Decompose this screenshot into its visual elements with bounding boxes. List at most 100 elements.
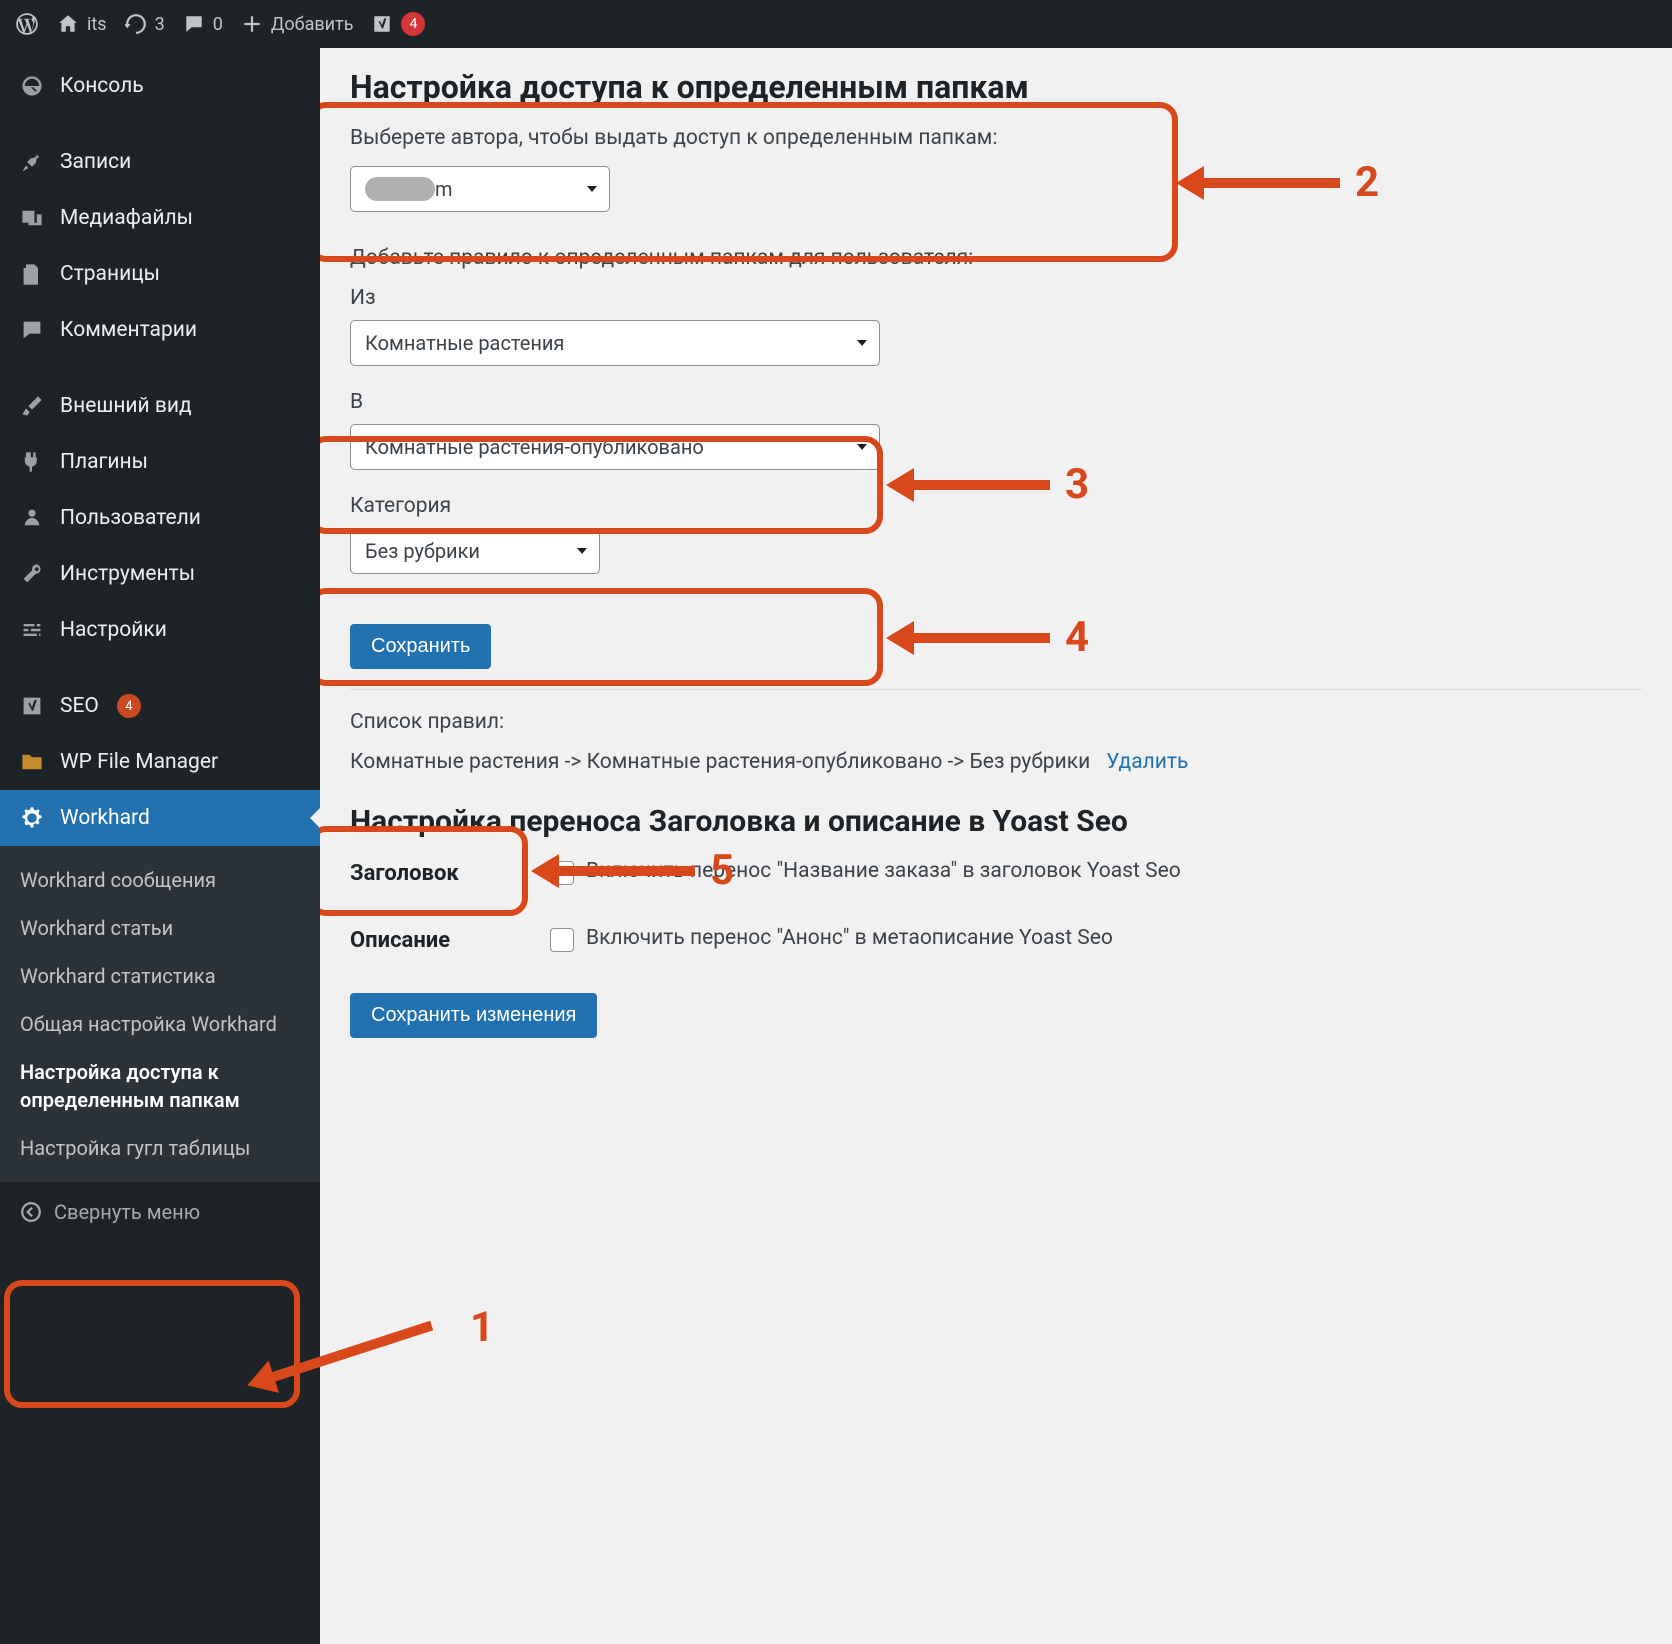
rule-text: Комнатные растения -> Комнатные растения…: [350, 750, 1090, 774]
redacted-author: [365, 177, 435, 201]
comments-icon: [18, 316, 46, 344]
select-author-desc: Выберете автора, чтобы выдать доступ к о…: [350, 126, 1642, 150]
comments-count: 0: [213, 14, 223, 35]
add-new-item[interactable]: Добавить: [241, 13, 354, 35]
sliders-icon: [18, 616, 46, 644]
save-button[interactable]: Сохранить: [350, 624, 491, 669]
gear-icon: [18, 804, 46, 832]
checkbox-desc[interactable]: [550, 928, 574, 952]
sidebar-item-comments[interactable]: Комментарии: [0, 302, 320, 358]
sidebar-item-appearance[interactable]: Внешний вид: [0, 378, 320, 434]
field-title-label: Заголовок: [350, 859, 490, 886]
content: Настройка доступа к определенным папкам …: [320, 48, 1672, 1644]
yoast-section-title: Настройка переноса Заголовка и описание …: [350, 804, 1642, 839]
yoast-badge: 4: [401, 12, 425, 36]
field-row-desc: Описание Включить перенос "Анонс" в мета…: [350, 926, 1642, 953]
users-icon: [18, 504, 46, 532]
sidebar-item-label: Внешний вид: [60, 394, 192, 418]
sidebar-item-users[interactable]: Пользователи: [0, 490, 320, 546]
pages-icon: [18, 260, 46, 288]
author-select[interactable]: m: [350, 166, 610, 212]
home-icon: [57, 13, 79, 35]
brush-icon: [18, 392, 46, 420]
sidebar-item-dashboard[interactable]: Консоль: [0, 58, 320, 114]
yoast-menu-icon: [18, 692, 46, 720]
separator: [350, 689, 1642, 690]
sidebar: Консоль Записи Медиафайлы Страницы Комме…: [0, 48, 320, 1644]
submenu-item-folder-access[interactable]: Настройка доступа к определенным папкам: [0, 1048, 320, 1124]
sidebar-item-plugins[interactable]: Плагины: [0, 434, 320, 490]
sidebar-item-label: Плагины: [60, 450, 148, 474]
rules-list-label: Список правил:: [350, 710, 1642, 734]
app: Консоль Записи Медиафайлы Страницы Комме…: [0, 48, 1672, 1644]
site-name: its: [87, 14, 107, 35]
adminbar: its 3 0 Добавить 4: [0, 0, 1672, 48]
field-desc-label: Описание: [350, 926, 490, 953]
delete-link[interactable]: Удалить: [1106, 750, 1188, 774]
submenu-item-general[interactable]: Общая настройка Workhard: [0, 1000, 320, 1048]
comments-item[interactable]: 0: [183, 13, 223, 35]
annot-arrow-3: [910, 480, 1050, 490]
checkbox-title-label: Включить перенос "Название заказа" в заг…: [586, 859, 1181, 883]
author-value-suffix: m: [435, 177, 453, 201]
seo-badge: 4: [117, 694, 141, 718]
rule-row: Комнатные растения -> Комнатные растения…: [350, 750, 1642, 774]
checkbox-row-title: Включить перенос "Название заказа" в заг…: [550, 859, 1181, 885]
wp-logo[interactable]: [15, 12, 39, 36]
collapse-label: Свернуть меню: [54, 1200, 200, 1224]
add-rule-desc: Добавьте правило к определенным папкам д…: [350, 246, 1642, 270]
sidebar-item-label: SEO: [60, 694, 99, 718]
sidebar-item-media[interactable]: Медиафайлы: [0, 190, 320, 246]
sidebar-item-seo[interactable]: SEO 4: [0, 678, 320, 734]
sidebar-item-posts[interactable]: Записи: [0, 134, 320, 190]
category-value: Без рубрики: [365, 539, 480, 563]
folder-icon: [18, 748, 46, 776]
checkbox-desc-label: Включить перенос "Анонс" в метаописание …: [586, 926, 1113, 950]
sidebar-item-pages[interactable]: Страницы: [0, 246, 320, 302]
site-name-item[interactable]: its: [57, 13, 107, 35]
updates-item[interactable]: 3: [125, 13, 165, 35]
field-row-title: Заголовок Включить перенос "Название зак…: [350, 859, 1642, 886]
page-title: Настройка доступа к определенным папкам: [350, 68, 1642, 106]
updates-count: 3: [155, 14, 165, 35]
sidebar-item-tools[interactable]: Инструменты: [0, 546, 320, 602]
from-select[interactable]: Комнатные растения: [350, 320, 880, 366]
yoast-adminbar[interactable]: 4: [371, 12, 425, 36]
submenu-item-messages[interactable]: Workhard сообщения: [0, 856, 320, 904]
to-label: В: [350, 390, 1642, 414]
add-new-label: Добавить: [271, 14, 354, 35]
submenu-item-articles[interactable]: Workhard статьи: [0, 904, 320, 952]
annot-arrow-2: [1200, 178, 1340, 188]
from-label: Из: [350, 286, 1642, 310]
category-label: Категория: [350, 494, 1642, 518]
chevron-left-circle-icon: [20, 1201, 42, 1223]
category-select[interactable]: Без рубрики: [350, 528, 600, 574]
checkbox-title[interactable]: [550, 861, 574, 885]
save-changes-button[interactable]: Сохранить изменения: [350, 993, 597, 1038]
yoast-icon: [371, 13, 393, 35]
pin-icon: [18, 148, 46, 176]
submenu-item-gsheets[interactable]: Настройка гугл таблицы: [0, 1124, 320, 1172]
collapse-menu[interactable]: Свернуть меню: [0, 1182, 320, 1242]
sidebar-item-label: Консоль: [60, 74, 144, 98]
dashboard-icon: [18, 72, 46, 100]
sidebar-item-label: WP File Manager: [60, 750, 218, 774]
sidebar-item-settings[interactable]: Настройки: [0, 602, 320, 658]
annot-label-2: 2: [1355, 158, 1379, 207]
media-icon: [18, 204, 46, 232]
submenu-item-stats[interactable]: Workhard статистика: [0, 952, 320, 1000]
sidebar-item-label: Записи: [60, 150, 131, 174]
sidebar-item-wpfm[interactable]: WP File Manager: [0, 734, 320, 790]
sidebar-item-label: Пользователи: [60, 506, 201, 530]
plus-icon: [241, 13, 263, 35]
plug-icon: [18, 448, 46, 476]
sidebar-item-label: Страницы: [60, 262, 160, 286]
wordpress-icon: [15, 12, 39, 36]
wrench-icon: [18, 560, 46, 588]
comment-icon: [183, 13, 205, 35]
sidebar-item-workhard[interactable]: Workhard: [0, 790, 320, 846]
sidebar-item-label: Инструменты: [60, 562, 195, 586]
to-select[interactable]: Комнатные растения-опубликовано: [350, 424, 880, 470]
from-value: Комнатные растения: [365, 331, 564, 355]
checkbox-row-desc: Включить перенос "Анонс" в метаописание …: [550, 926, 1113, 952]
